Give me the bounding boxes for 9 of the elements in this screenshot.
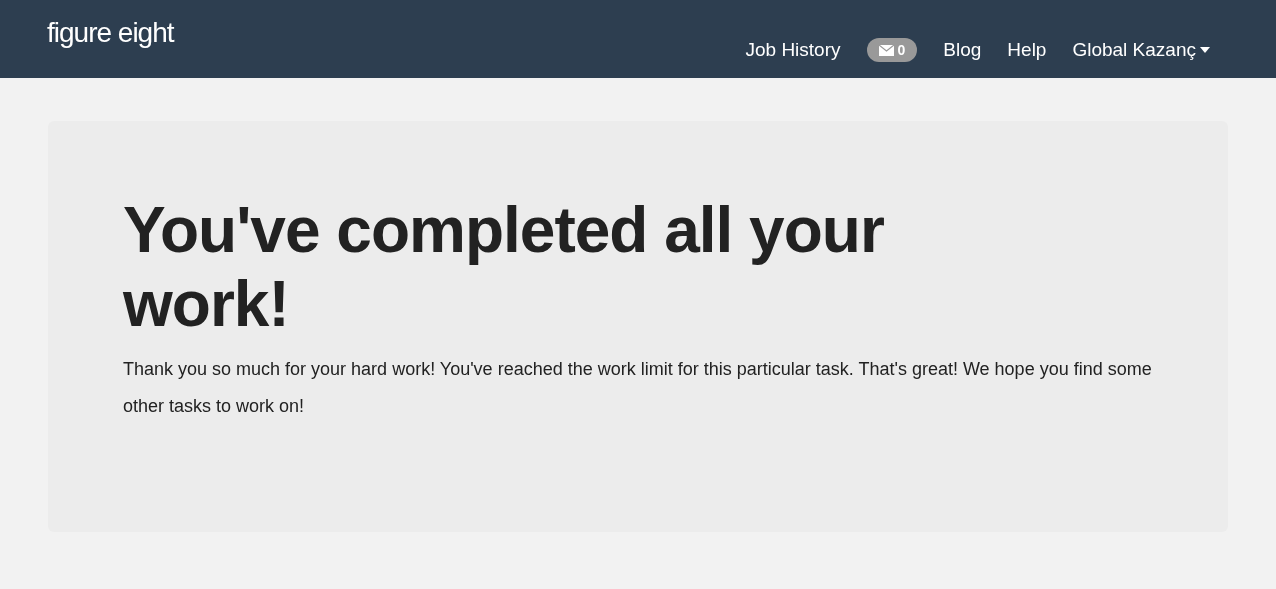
mail-icon — [878, 44, 894, 56]
logo[interactable]: figure eight — [47, 12, 174, 54]
caret-icon — [1200, 47, 1210, 54]
message-text: Thank you so much for your hard work! You've reached the work limit for this particular task. That's great! We hope you find some other tasks to work on! — [123, 358, 1153, 418]
nav-link[interactable]: Help — [1007, 36, 1047, 65]
nav-link[interactable]: Job History — [745, 36, 841, 65]
nav-link[interactable]: Blog — [943, 36, 982, 65]
page-title: You've completed all your work! — [123, 193, 885, 341]
account-dropdown[interactable]: Global Kazanç — [1072, 36, 1210, 65]
